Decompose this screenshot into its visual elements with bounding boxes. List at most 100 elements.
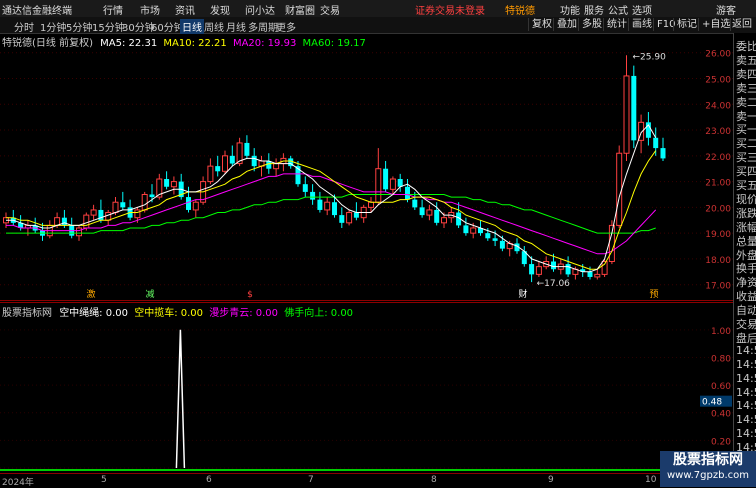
candle-body xyxy=(112,201,119,214)
price-tick-label: 21.00 xyxy=(705,179,731,189)
candle-body xyxy=(141,193,148,211)
candle-body xyxy=(397,179,403,187)
ma-legend: 特锐德(日线 前复权) MA5: 22.31 MA10: 22.21 MA20:… xyxy=(0,34,366,49)
indicator-tick-label: 0.60 xyxy=(711,382,731,392)
event-marker: 减 xyxy=(145,288,154,300)
candle-body xyxy=(215,166,221,172)
quote-panel-item: 14:50 xyxy=(736,385,756,399)
candle-body xyxy=(616,152,623,226)
period-weekly[interactable]: 周线 xyxy=(204,19,224,34)
period-toolbar: 分时 1分钟 5分钟 15分钟 30分钟 60分钟 日线 周线 月线 多周期 更… xyxy=(0,17,756,34)
multi-stock-button[interactable]: 多股 xyxy=(578,18,605,31)
price-tick-label: 17.00 xyxy=(705,282,731,292)
menu-news[interactable]: 资讯 xyxy=(175,2,195,17)
candle-body xyxy=(317,199,323,210)
period-tick[interactable]: 分时 xyxy=(14,19,34,34)
menu-wealth[interactable]: 财富圈 xyxy=(285,2,315,17)
axis-month-5: 5 xyxy=(101,475,107,485)
candle-body xyxy=(529,264,535,275)
app-name: 通达信金融终端 xyxy=(2,6,72,17)
candle-body xyxy=(594,273,601,278)
add-watchlist-button[interactable]: +自选 xyxy=(698,18,733,31)
menu-trade[interactable]: 交易 xyxy=(320,2,340,17)
price-tick-label: 23.00 xyxy=(705,127,731,137)
period-multi[interactable]: 多周期 xyxy=(248,19,278,34)
menu-formula[interactable]: 公式 xyxy=(608,2,628,17)
period-1min[interactable]: 1分钟 xyxy=(40,19,66,34)
menu-discover[interactable]: 发现 xyxy=(210,2,230,17)
quote-panel-item: 14:50 xyxy=(736,413,756,427)
indicator-tick-label: 0.80 xyxy=(711,354,731,364)
adjust-button[interactable]: 复权 xyxy=(528,18,555,31)
indicator-line-1: 空中绳绳: 0.00 xyxy=(59,308,129,319)
candle-body xyxy=(419,207,425,216)
menu-ask[interactable]: 问小达 xyxy=(245,2,275,17)
ma20-value: MA20: 19.93 xyxy=(232,38,297,49)
candle-body xyxy=(535,266,542,275)
axis-month-8: 8 xyxy=(431,475,437,485)
indicator-tick-label: 0.40 xyxy=(711,410,731,420)
indicator-name[interactable]: 股票指标网 xyxy=(2,308,52,319)
period-60min[interactable]: 60分钟 xyxy=(151,19,184,34)
menu-service[interactable]: 服务 xyxy=(584,2,604,17)
candle-body xyxy=(405,186,410,200)
period-monthly[interactable]: 月线 xyxy=(226,19,246,34)
ma5-value: MA5: 22.31 xyxy=(100,38,158,49)
ma10-value: MA10: 22.21 xyxy=(163,38,227,49)
candle-body xyxy=(222,155,228,172)
candle-body xyxy=(412,199,418,208)
event-marker: 激 xyxy=(86,288,95,300)
period-5min[interactable]: 5分钟 xyxy=(66,19,92,34)
draw-button[interactable]: 画线 xyxy=(628,18,655,31)
time-axis: 2024年 5 6 7 8 9 10 xyxy=(0,473,733,488)
candle-body xyxy=(383,168,389,190)
candle-body xyxy=(229,155,235,164)
stats-button[interactable]: 统计 xyxy=(603,18,630,31)
overlay-button[interactable]: 叠加 xyxy=(553,18,580,31)
indicator-chart[interactable]: 1.000.800.600.400.200.000.48 xyxy=(0,302,733,473)
candle-body xyxy=(551,261,556,270)
ma60-value: MA60: 19.17 xyxy=(302,38,366,49)
candle-body xyxy=(565,264,571,275)
candle-body xyxy=(631,75,637,141)
watermark-title: 股票指标网 xyxy=(673,452,743,468)
back-button[interactable]: 返回 xyxy=(730,18,753,31)
price-tick-label: 22.00 xyxy=(705,153,731,163)
indicator-tick-label: 1.00 xyxy=(711,327,731,337)
period-30min[interactable]: 30分钟 xyxy=(122,19,155,34)
mark-button[interactable]: 标记 xyxy=(673,18,700,31)
menu-options[interactable]: 选项 xyxy=(632,2,652,17)
quote-panel: 委比 卖五 卖四 卖三 卖二 卖一 买一 买二 买三 买四 买五 现价 涨跌 涨幅 总量 外盘 换手 净资 收益 自动… xyxy=(733,33,756,473)
guest-label[interactable]: 游客 xyxy=(716,2,736,17)
watermark-url: www.7gpzb.com xyxy=(667,470,749,481)
period-more[interactable]: 更多 xyxy=(276,19,296,34)
candle-body xyxy=(207,165,214,183)
kline-chart[interactable]: 26.00 25.00 24.00 23.00 22.00 21.00 20.00 19.00… xyxy=(0,33,733,301)
candle-body xyxy=(244,142,250,156)
menu-quotes[interactable]: 行情 xyxy=(103,2,123,17)
period-15min[interactable]: 15分钟 xyxy=(92,19,125,34)
login-warning[interactable]: 证券交易未登录 xyxy=(415,2,485,17)
indicator-line-3: 漫步青云: 0.00 xyxy=(209,308,279,319)
quote-panel-item: 14:50 xyxy=(736,343,756,357)
candle-body xyxy=(76,227,82,237)
candle-body xyxy=(660,148,666,159)
period-daily[interactable]: 日线 xyxy=(180,19,204,34)
candle-body xyxy=(623,75,630,154)
quote-panel-item: 14:50 xyxy=(736,427,756,441)
stock-name-tab: 特锐德 xyxy=(505,6,535,17)
menu-function[interactable]: 功能 xyxy=(560,2,580,17)
watermark: 股票指标网 www.7gpzb.com xyxy=(660,451,756,487)
candle-body xyxy=(324,201,331,211)
candle-body xyxy=(653,137,659,149)
candle-body xyxy=(368,201,374,208)
menu-market[interactable]: 市场 xyxy=(140,2,160,17)
candle-body xyxy=(273,163,280,170)
indicator-spike xyxy=(175,329,186,469)
candle-body xyxy=(389,178,396,190)
quote-panel-item: 14:50 xyxy=(736,399,756,413)
candle-body xyxy=(499,240,505,249)
candle-body xyxy=(251,155,257,167)
price-tick-label: 25.00 xyxy=(705,76,731,86)
indicator-line-4: 佛手向上: 0.00 xyxy=(284,308,354,319)
